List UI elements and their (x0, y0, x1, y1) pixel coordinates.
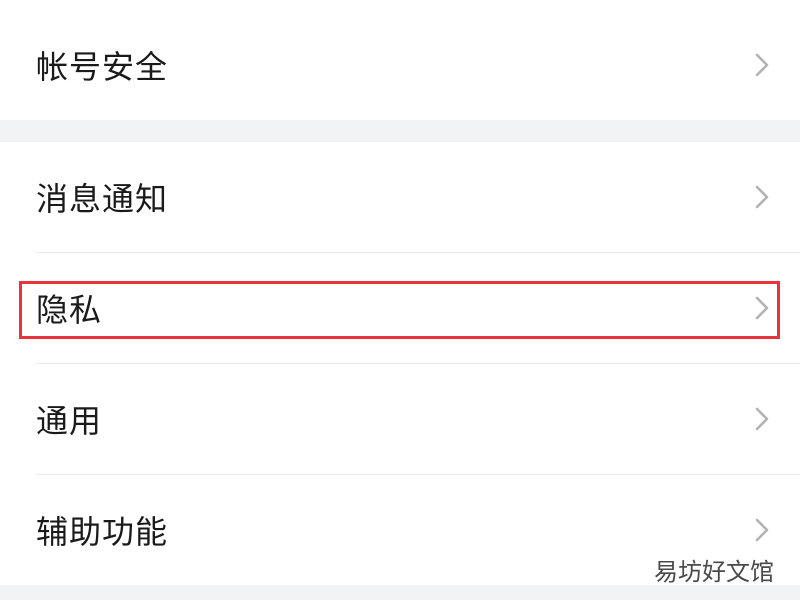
chevron-right-icon (750, 404, 774, 434)
settings-item-general[interactable]: 通用 (0, 364, 800, 474)
settings-item-notifications[interactable]: 消息通知 (0, 142, 800, 252)
settings-item-label: 隐私 (36, 291, 103, 329)
chevron-right-icon (750, 50, 774, 80)
settings-group-main: 消息通知 隐私 通用 辅助功能 (0, 142, 800, 585)
settings-item-account-security[interactable]: 帐号安全 (0, 10, 800, 120)
settings-item-label: 辅助功能 (36, 513, 169, 551)
chevron-right-icon (750, 182, 774, 212)
watermark: 易坊好文馆 (654, 558, 774, 586)
settings-group-account: 帐号安全 (0, 0, 800, 120)
settings-item-label: 通用 (36, 402, 103, 440)
chevron-right-icon (750, 293, 774, 323)
settings-item-label: 帐号安全 (36, 48, 169, 86)
settings-item-label: 消息通知 (36, 180, 169, 218)
chevron-right-icon (750, 515, 774, 545)
settings-item-privacy[interactable]: 隐私 (0, 253, 800, 363)
